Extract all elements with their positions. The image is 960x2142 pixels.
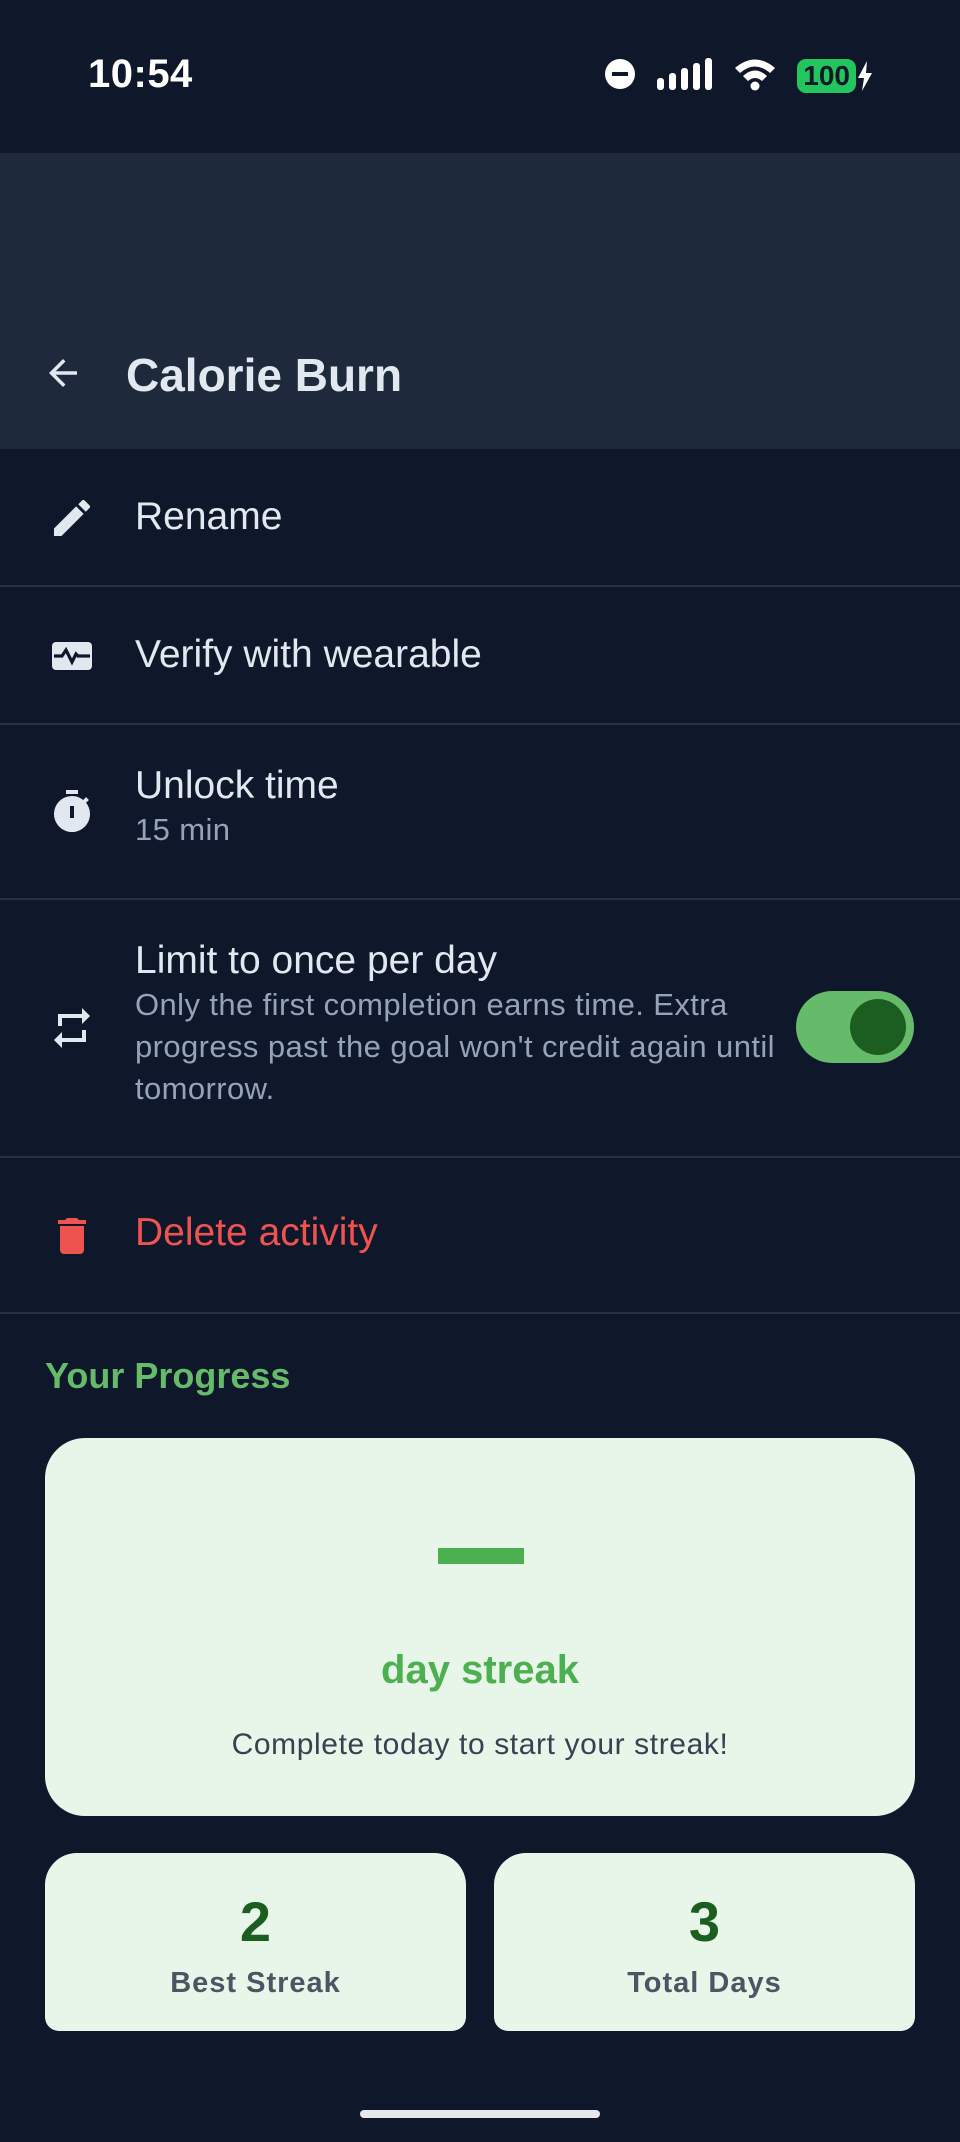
best-streak-value: 2 — [239, 1890, 272, 1953]
charging-icon — [858, 61, 872, 91]
arrow-left-icon — [49, 359, 77, 387]
total-days-value: 3 — [688, 1890, 721, 1953]
limit-toggle[interactable] — [796, 991, 914, 1063]
limit-label: Limit to once per day — [135, 939, 498, 982]
verify-wearable-item[interactable]: Verify with wearable — [0, 587, 960, 725]
rename-item[interactable]: Rename — [0, 449, 960, 587]
delete-activity-item[interactable]: Delete activity — [0, 1158, 960, 1314]
best-streak-card: 2 Best Streak — [45, 1853, 466, 2031]
wifi-icon — [733, 57, 777, 96]
toggle-knob — [850, 999, 906, 1055]
status-bar: 10:54 100 — [0, 0, 960, 153]
streak-label: day streak — [381, 1648, 579, 1692]
battery-level: 100 — [797, 59, 856, 93]
rename-label: Rename — [135, 495, 283, 538]
status-icons: 100 — [603, 56, 874, 96]
verify-label: Verify with wearable — [135, 633, 482, 676]
streak-card: day streak Complete today to start your … — [45, 1438, 915, 1816]
repeat-icon — [46, 1002, 98, 1054]
limit-description: Only the first completion earns time. Ex… — [135, 987, 775, 1106]
home-indicator[interactable] — [360, 2110, 600, 2118]
status-time: 10:54 — [88, 52, 193, 96]
signal-icon — [657, 57, 713, 95]
back-button[interactable] — [36, 346, 90, 400]
trash-icon — [46, 1210, 98, 1262]
delete-label: Delete activity — [135, 1211, 378, 1254]
heartbeat-monitor-icon — [46, 630, 98, 682]
page-title: Calorie Burn — [126, 349, 403, 401]
activity-menu: Rename Verify with wearable Unlock time … — [0, 449, 960, 1314]
best-streak-label: Best Streak — [170, 1967, 341, 1999]
streak-hint: Complete today to start your streak! — [231, 1728, 729, 1761]
app-bar — [0, 153, 960, 449]
total-days-label: Total Days — [627, 1967, 782, 1999]
unlock-time-label: Unlock time — [135, 764, 339, 807]
progress-section-title: Your Progress — [45, 1355, 291, 1396]
pencil-icon — [46, 492, 98, 544]
do-not-disturb-icon — [603, 57, 637, 96]
unlock-time-item[interactable]: Unlock time 15 min — [0, 725, 960, 900]
timer-icon — [46, 786, 98, 838]
unlock-time-value: 15 min — [135, 812, 231, 847]
limit-once-per-day-item[interactable]: Limit to once per day Only the first com… — [0, 900, 960, 1158]
streak-empty-value — [438, 1548, 524, 1564]
total-days-card: 3 Total Days — [494, 1853, 915, 2031]
battery-icon: 100 — [797, 59, 874, 93]
